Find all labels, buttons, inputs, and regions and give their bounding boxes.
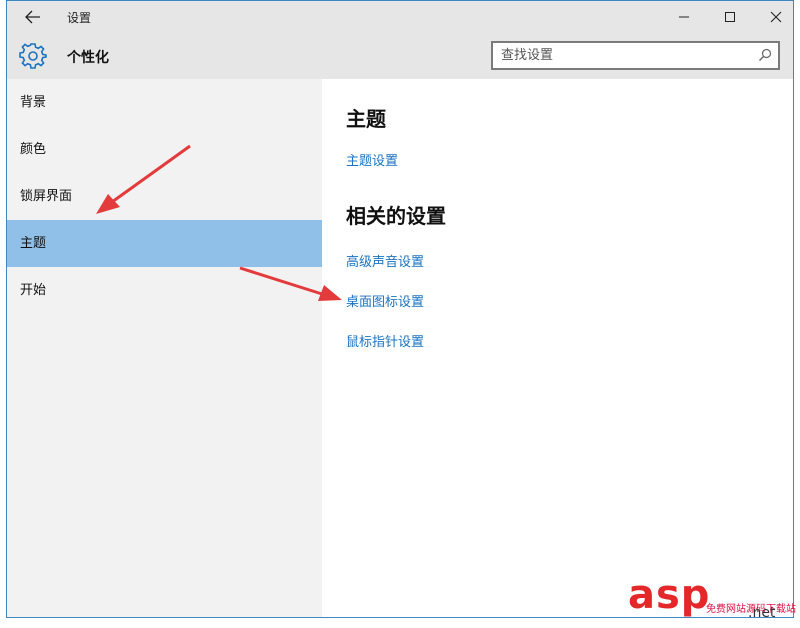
arrow-left-icon	[25, 10, 40, 24]
sidebar-item-colors[interactable]: 颜色	[7, 126, 322, 173]
maximize-icon	[725, 12, 735, 22]
window-title: 设置	[67, 11, 92, 25]
close-icon	[770, 11, 782, 23]
page-header: 个性化	[7, 33, 793, 79]
sidebar-item-background[interactable]: 背景	[7, 79, 322, 126]
main-content: 主题 主题设置 相关的设置 高级声音设置 桌面图标设置 鼠标指针设置	[346, 79, 776, 350]
watermark-brand: asp	[628, 572, 711, 618]
watermark-suffix: .net	[748, 605, 776, 621]
gear-icon	[19, 43, 47, 69]
sidebar: 背景 颜色 锁屏界面 主题 开始	[7, 79, 322, 617]
page-title: 个性化	[67, 50, 109, 66]
section-title-themes: 主题	[346, 107, 386, 131]
section-title-related: 相关的设置	[346, 204, 446, 228]
minimize-icon	[679, 16, 689, 18]
desktop-icon-settings-link[interactable]: 桌面图标设置	[346, 291, 776, 310]
close-button[interactable]	[753, 1, 793, 33]
back-button[interactable]	[19, 5, 47, 29]
theme-settings-link[interactable]: 主题设置	[346, 150, 776, 169]
sidebar-item-lock-screen[interactable]: 锁屏界面	[7, 173, 322, 220]
sidebar-item-themes[interactable]: 主题	[7, 220, 322, 267]
sidebar-item-start[interactable]: 开始	[7, 267, 322, 314]
maximize-button[interactable]	[707, 1, 753, 33]
settings-window: 设置 个性化 背景 颜色 锁屏界面 主题	[6, 0, 794, 618]
title-bar: 设置	[7, 1, 793, 33]
search-box[interactable]	[491, 41, 780, 70]
search-icon[interactable]	[758, 48, 772, 62]
minimize-button[interactable]	[661, 1, 707, 33]
mouse-pointer-settings-link[interactable]: 鼠标指针设置	[346, 331, 776, 350]
search-input[interactable]	[493, 43, 741, 68]
advanced-sound-settings-link[interactable]: 高级声音设置	[346, 251, 776, 270]
